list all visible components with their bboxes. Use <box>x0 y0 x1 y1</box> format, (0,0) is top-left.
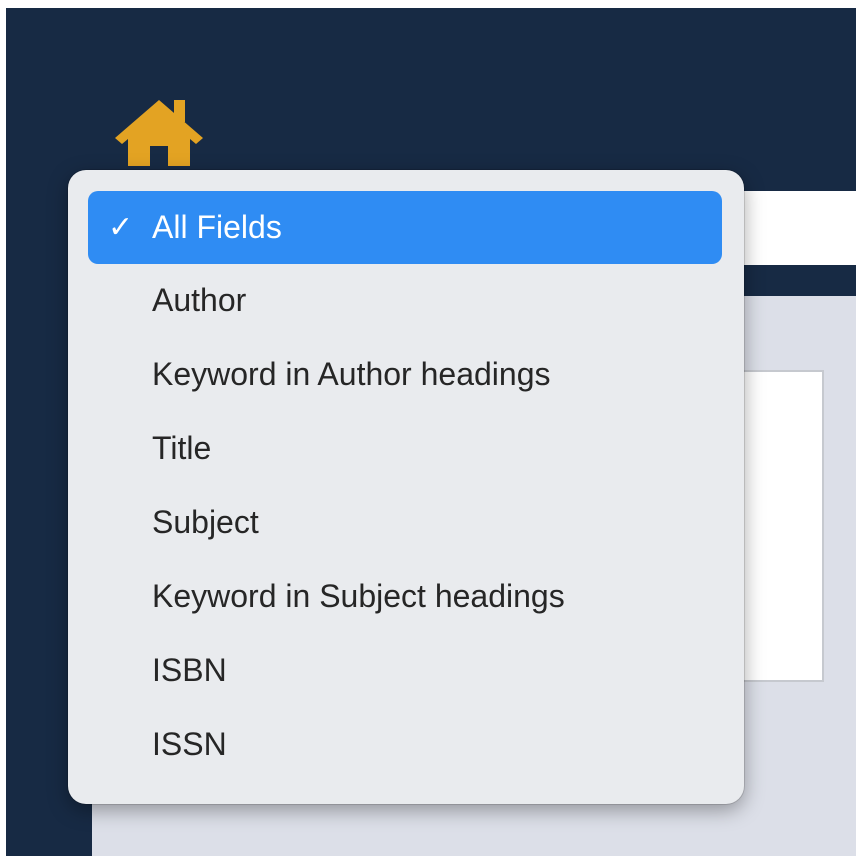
home-icon[interactable] <box>112 94 206 166</box>
menu-item-subject[interactable]: Subject <box>88 486 722 559</box>
menu-item-label: ISBN <box>152 652 227 688</box>
menu-item-keyword-in-author-headings[interactable]: Keyword in Author headings <box>88 338 722 411</box>
house-icon <box>115 100 203 166</box>
menu-item-label: All Fields <box>152 209 282 245</box>
menu-item-label: Title <box>152 430 212 466</box>
menu-item-label: Keyword in Subject headings <box>152 578 565 614</box>
menu-item-all-fields[interactable]: ✓ All Fields <box>88 191 722 264</box>
menu-item-author[interactable]: Author <box>88 264 722 337</box>
menu-item-label: Keyword in Author headings <box>152 356 551 392</box>
checkmark-icon: ✓ <box>108 210 134 245</box>
menu-item-isbn[interactable]: ISBN <box>88 634 722 707</box>
menu-item-keyword-in-subject-headings[interactable]: Keyword in Subject headings <box>88 560 722 633</box>
menu-item-title[interactable]: Title <box>88 412 722 485</box>
menu-item-label: Subject <box>152 504 259 540</box>
menu-item-issn[interactable]: ISSN <box>88 708 722 781</box>
search-field-dropdown: ✓ All Fields Author Keyword in Author he… <box>68 170 744 804</box>
menu-item-label: ISSN <box>152 726 227 762</box>
menu-item-label: Author <box>152 282 247 318</box>
page: ✓ All Fields Author Keyword in Author he… <box>0 0 856 856</box>
